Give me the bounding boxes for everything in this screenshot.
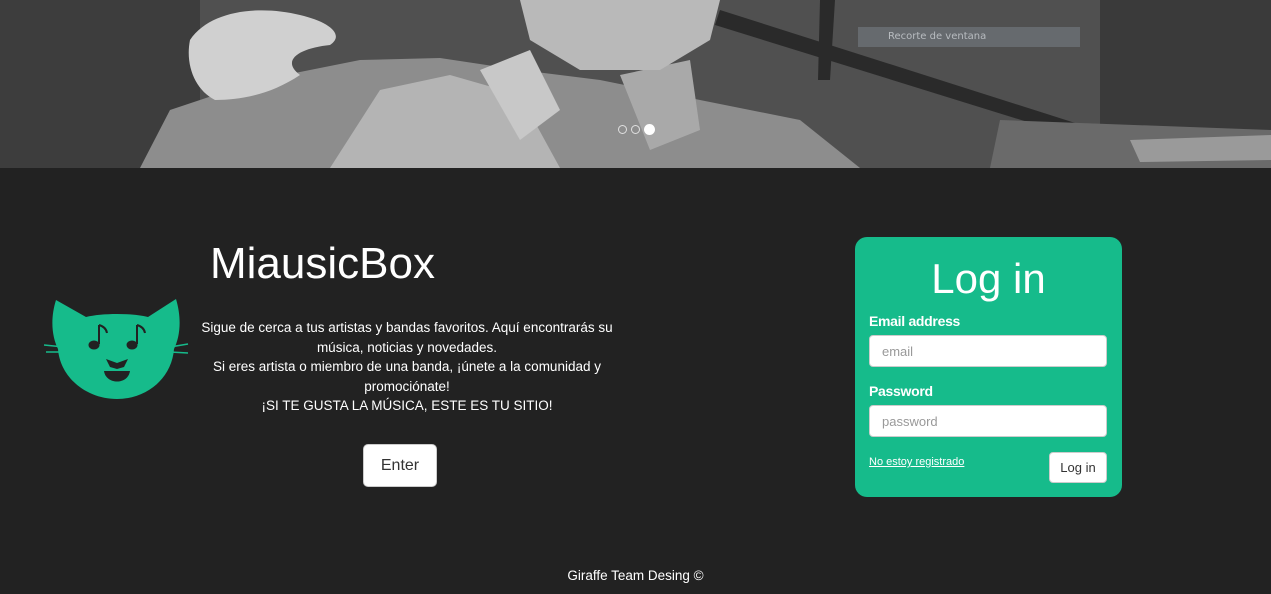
hero-carousel: Recorte de ventana <box>0 0 1271 168</box>
cat-logo-icon <box>44 299 189 399</box>
intro-text: Sigue de cerca a tus artistas y bandas f… <box>190 318 624 416</box>
carousel-indicator-3[interactable] <box>644 124 655 135</box>
carousel-caption: Recorte de ventana <box>858 27 1080 47</box>
password-label: Password <box>869 383 933 399</box>
login-button[interactable]: Log in <box>1049 452 1107 483</box>
carousel-indicator-2[interactable] <box>631 125 640 134</box>
email-label: Email address <box>869 313 961 329</box>
email-field[interactable] <box>869 335 1107 367</box>
carousel-indicator-1[interactable] <box>618 125 627 134</box>
password-field[interactable] <box>869 405 1107 437</box>
login-panel: Log in Email address Password No estoy r… <box>855 237 1122 497</box>
register-link[interactable]: No estoy registrado <box>869 456 964 468</box>
intro-line-3: ¡SI TE GUSTA LA MÚSICA, ESTE ES TU SITIO… <box>261 398 553 413</box>
intro-line-1: Sigue de cerca a tus artistas y bandas f… <box>201 320 613 355</box>
carousel-indicators <box>618 124 655 135</box>
footer-credits: Giraffe Team Desing © <box>567 568 704 583</box>
site-title: MiausicBox <box>210 239 435 288</box>
enter-button[interactable]: Enter <box>363 444 437 487</box>
login-title: Log in <box>931 255 1046 302</box>
intro-line-2: Si eres artista o miembro de una banda, … <box>213 359 601 394</box>
concert-photo <box>0 0 1271 168</box>
